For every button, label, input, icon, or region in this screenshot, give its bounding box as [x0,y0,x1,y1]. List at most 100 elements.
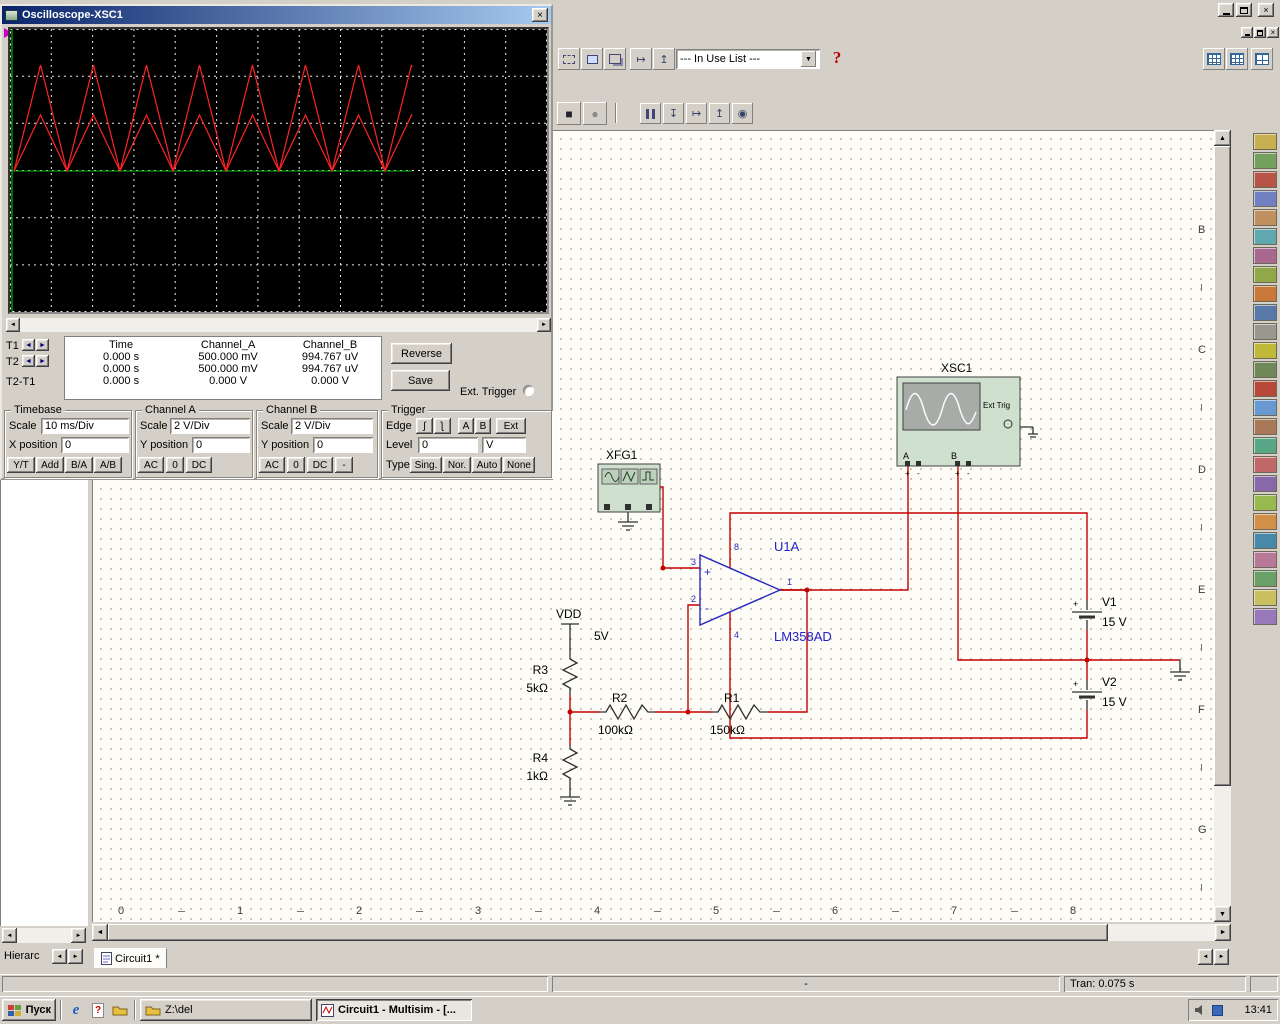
channel-b-minus-button[interactable]: - [335,457,353,473]
table-toolbar-button[interactable] [1226,48,1248,70]
child-restore-button[interactable] [1254,27,1266,38]
tab-circuit1[interactable]: Circuit1 * [94,948,167,968]
component-toolbar-icon[interactable] [1253,190,1277,207]
component-toolbar-icon[interactable] [1253,285,1277,302]
save-button[interactable]: Save [391,370,450,391]
component-toolbar-icon[interactable] [1253,437,1277,454]
scroll-down-button[interactable]: ▼ [1214,906,1231,922]
component-toolbar-icon[interactable] [1253,228,1277,245]
taskbar-window-multisim[interactable]: Circuit1 - Multisim - [... [316,999,472,1021]
tab-hierarchy[interactable]: Hierarc [4,950,39,962]
sheet-scroll-left-button[interactable]: ◄ [1198,949,1213,965]
trigger-sing-button[interactable]: Sing. [410,457,442,473]
restore-button[interactable] [1236,3,1252,17]
component-toolbar-icon[interactable] [1253,380,1277,397]
component-toolbar-icon[interactable] [1253,266,1277,283]
ab-button[interactable]: A/B [94,457,122,473]
component-toolbar-icon[interactable] [1253,589,1277,606]
in-use-list-dropdown[interactable]: --- In Use List --- ▼ [676,49,820,69]
step-over-button[interactable]: ↦ [686,103,707,124]
component-toolbar-icon[interactable] [1253,247,1277,264]
t1-left-button[interactable]: ◄ [22,339,35,351]
scroll-right-button[interactable]: ► [537,318,551,332]
timebase-scale-field[interactable]: 10 ms/Div [41,418,129,434]
close-button[interactable]: × [1258,3,1274,17]
scroll-left-button[interactable]: ◄ [2,928,17,943]
scroll-up-button[interactable]: ▲ [1214,130,1231,146]
canvas-hscrollbar[interactable]: ◄ ► [92,924,1231,941]
channel-b-ac-button[interactable]: AC [259,457,285,473]
component-toolbar-icon[interactable] [1253,304,1277,321]
component-toolbar-icon[interactable] [1253,171,1277,188]
child-minimize-button[interactable] [1241,27,1253,38]
component-toolbar-icon[interactable] [1253,209,1277,226]
component-toolbar-icon[interactable] [1253,399,1277,416]
component-toolbar-icon[interactable] [1253,570,1277,587]
ext-trigger-radio[interactable] [523,385,534,396]
step-into-button[interactable]: ↧ [663,103,684,124]
channel-b-ypos-field[interactable]: 0 [313,437,373,453]
scope-hscrollbar[interactable]: ◄ ► [6,318,551,332]
select-button[interactable] [581,48,603,70]
component-toolbar-icon[interactable] [1253,475,1277,492]
taskbar-window-zdel[interactable]: Z:\del [140,999,312,1021]
channel-b-scale-field[interactable]: 2 V/Div [291,418,373,434]
edge-falling-button[interactable]: ʃ [434,418,451,434]
component-toolbar-icon[interactable] [1253,532,1277,549]
component-toolbar-icon[interactable] [1253,418,1277,435]
channel-a-scale-field[interactable]: 2 V/Div [170,418,250,434]
scroll-left-button[interactable]: ◄ [92,924,108,941]
channel-b-dc-button[interactable]: DC [307,457,333,473]
t1-right-button[interactable]: ► [36,339,49,351]
vscroll-thumb[interactable] [1214,146,1231,786]
trigger-a-button[interactable]: A [458,418,474,434]
canvas-vscrollbar[interactable]: ▲ ▼ [1214,130,1231,922]
trigger-level-field[interactable]: 0 [418,437,478,453]
component-toolbar-icon[interactable] [1253,152,1277,169]
trigger-none-button[interactable]: None [503,457,535,473]
import-button[interactable]: ↦ [630,48,652,70]
volume-icon[interactable] [1194,1004,1207,1016]
help-button[interactable]: ? [826,46,848,70]
grid-toolbar-button[interactable] [1203,48,1225,70]
component-toolbar-icon[interactable] [1253,494,1277,511]
quicklaunch-ie-button[interactable]: e [66,1000,86,1020]
record-button[interactable]: ● [583,102,607,125]
trigger-auto-button[interactable]: Auto [472,457,502,473]
quicklaunch-help-button[interactable]: ? [88,1000,108,1020]
tab-scroll-right-button[interactable]: ► [68,949,83,964]
yt-button[interactable]: Y/T [7,457,35,473]
component-toolbar-icon[interactable] [1253,342,1277,359]
zoom-area-button[interactable] [558,48,580,70]
ba-button[interactable]: B/A [65,457,93,473]
component-toolbar-icon[interactable] [1253,456,1277,473]
export-button[interactable]: ↥ [653,48,675,70]
scroll-right-button[interactable]: ► [71,928,86,943]
trigger-ext-button[interactable]: Ext [496,418,526,434]
child-close-button[interactable]: × [1267,27,1279,38]
dropdown-arrow-icon[interactable]: ▼ [801,51,816,67]
logic-toolbar-button[interactable] [1251,48,1273,70]
t2-left-button[interactable]: ◄ [22,355,35,367]
trigger-nor-button[interactable]: Nor. [443,457,471,473]
scroll-left-button[interactable]: ◄ [6,318,20,332]
close-button[interactable]: × [532,8,548,22]
tray-app-icon[interactable] [1212,1005,1223,1016]
scroll-right-button[interactable]: ► [1215,924,1231,941]
component-toolbar-icon[interactable] [1253,323,1277,340]
reverse-button[interactable]: Reverse [391,343,452,364]
stop-simulation-button[interactable]: ■ [557,102,581,125]
pause-button[interactable] [640,103,661,124]
hscroll-thumb[interactable] [108,924,1108,941]
channel-a-ac-button[interactable]: AC [138,457,164,473]
toolbox-hscrollbar[interactable]: ◄ ► [2,928,86,943]
breakpoint-button[interactable]: ◉ [732,103,753,124]
component-toolbar-icon[interactable] [1253,361,1277,378]
edge-rising-button[interactable]: ʃ [416,418,433,434]
channel-a-ypos-field[interactable]: 0 [192,437,250,453]
channel-a-zero-button[interactable]: 0 [166,457,184,473]
start-button[interactable]: Пуск [2,999,56,1021]
t2-right-button[interactable]: ► [36,355,49,367]
tab-scroll-left-button[interactable]: ◄ [52,949,67,964]
minimize-button[interactable] [1218,3,1234,17]
